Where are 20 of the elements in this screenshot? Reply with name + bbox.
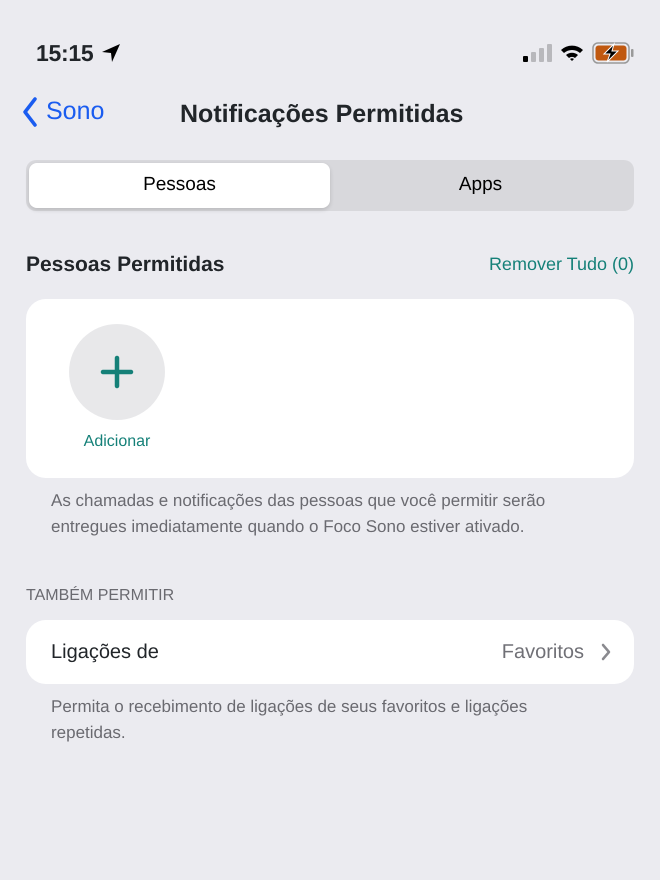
add-label: Adicionar [82, 432, 152, 452]
remove-all-link[interactable]: Remover Tudo (0) [488, 251, 634, 278]
status-time: 15:15 [36, 38, 94, 68]
footnote-text: Permita o recebimento de ligações de seus favoritos e ligações repetidas. [51, 696, 528, 744]
back-chevron-icon [22, 97, 38, 127]
row-value: Favoritos [502, 640, 584, 664]
back-button[interactable]: Sono [22, 93, 104, 131]
section-header: TAMBÉM PERMITIR [26, 585, 176, 606]
signal-icon [522, 43, 552, 63]
chevron-icon [600, 642, 612, 662]
settings-row[interactable]: Ligações de Favoritos [26, 620, 634, 684]
section-title: Pessoas Permitidas [26, 252, 224, 278]
page-title: Notificações Permitidas [180, 99, 464, 130]
row-label: Ligações de [51, 640, 159, 664]
location-arrow-icon [101, 43, 122, 63]
wifi-icon [560, 44, 584, 62]
footnote-text: As chamadas e notificações das pessoas que você permitir serão entregues imediatamente quando o Foco Sono estiver ativado. [51, 490, 546, 538]
plus-icon [100, 354, 134, 388]
segment-tab[interactable]: Pessoas [29, 163, 330, 208]
segment-tab[interactable]: Apps [330, 163, 631, 208]
